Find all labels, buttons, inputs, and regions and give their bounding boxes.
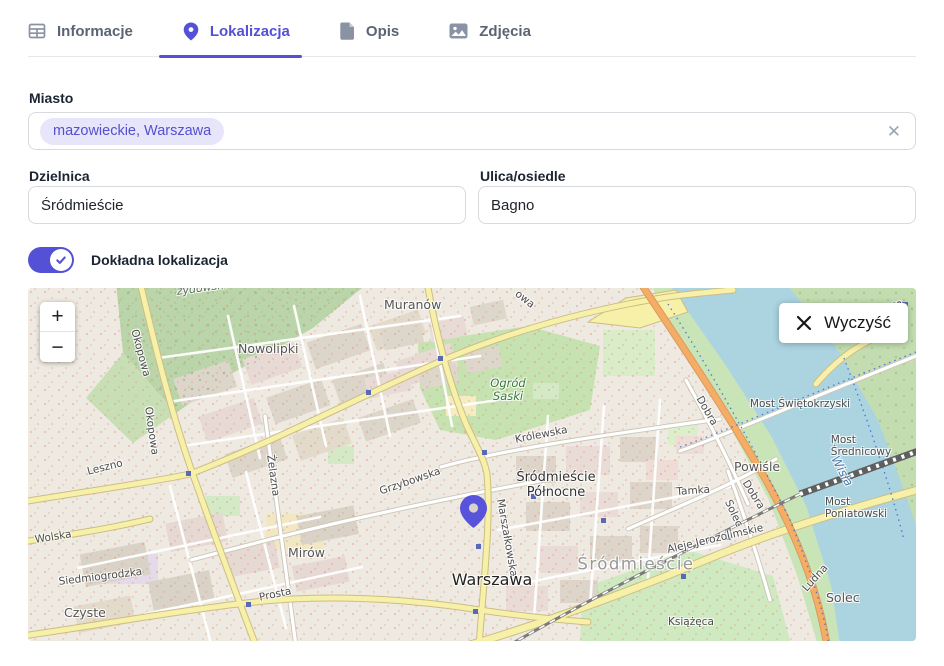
- street-input[interactable]: [478, 186, 916, 224]
- city-tag[interactable]: mazowieckie, Warszawa: [40, 118, 224, 145]
- tab-label: Lokalizacja: [210, 23, 290, 40]
- tab-bar: Informacje Lokalizacja Opis Zdjęcia: [28, 20, 916, 57]
- photos-icon: [449, 23, 468, 39]
- city-label: Miasto: [29, 90, 73, 106]
- check-icon: [55, 254, 67, 266]
- map[interactable]: żydowskiMuranówowaSokolaOkopowaNowolipki…: [28, 288, 916, 641]
- tab-label: Zdjęcia: [479, 23, 531, 40]
- exact-location-toggle[interactable]: [28, 247, 74, 273]
- exact-location-row: Dokładna lokalizacja: [28, 247, 228, 273]
- table-icon: [28, 22, 46, 40]
- tab-lokalizacja[interactable]: Lokalizacja: [183, 20, 290, 56]
- zoom-out-button[interactable]: −: [40, 332, 75, 362]
- location-pin-icon: [183, 22, 199, 41]
- district-label: Dzielnica: [29, 168, 90, 184]
- map-marker-pin[interactable]: [460, 495, 487, 528]
- street-label: Ulica/osiedle: [480, 168, 566, 184]
- clear-city-icon[interactable]: ✕: [887, 123, 901, 140]
- tab-label: Informacje: [57, 23, 133, 40]
- listing-form-page: Informacje Lokalizacja Opis Zdjęcia Mias…: [0, 0, 944, 666]
- tab-zdjecia[interactable]: Zdjęcia: [449, 20, 531, 56]
- district-input[interactable]: [28, 186, 466, 224]
- map-zoom-control: + −: [40, 302, 75, 362]
- clear-map-button[interactable]: Wyczyść: [779, 303, 908, 343]
- document-icon: [340, 22, 355, 40]
- x-icon: [796, 315, 812, 331]
- city-input[interactable]: mazowieckie, Warszawa ✕: [28, 112, 916, 150]
- clear-map-label: Wyczyść: [824, 313, 891, 333]
- tab-label: Opis: [366, 23, 399, 40]
- city-tag-text: mazowieckie, Warszawa: [53, 123, 211, 139]
- tab-opis[interactable]: Opis: [340, 20, 399, 56]
- toggle-knob: [50, 249, 72, 271]
- zoom-in-button[interactable]: +: [40, 302, 75, 332]
- tab-informacje[interactable]: Informacje: [28, 20, 133, 56]
- exact-location-label: Dokładna lokalizacja: [91, 252, 228, 268]
